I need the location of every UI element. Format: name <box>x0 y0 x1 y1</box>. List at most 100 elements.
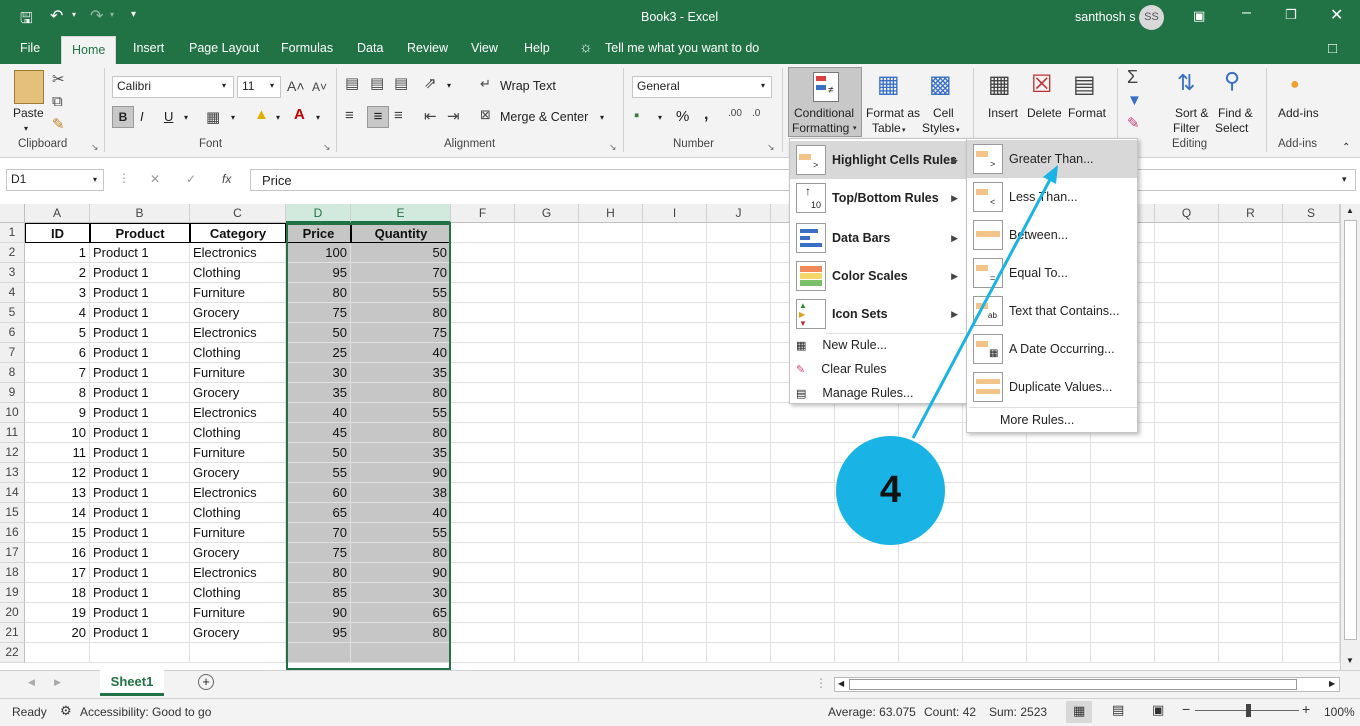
cell-id[interactable]: 11 <box>25 443 90 463</box>
cell-quantity[interactable]: 50 <box>351 243 451 263</box>
empty-cell[interactable] <box>707 503 771 523</box>
empty-cell[interactable] <box>1027 563 1091 583</box>
ribbon-display-icon[interactable]: ▣ <box>1193 8 1205 24</box>
cell-styles-icon[interactable]: ▩ <box>929 70 952 99</box>
empty-cell[interactable] <box>1283 643 1340 663</box>
tell-me-search[interactable]: Tell me what you want to do <box>605 41 759 55</box>
cell-product[interactable]: Product 1 <box>90 623 190 643</box>
tab-help[interactable]: Help <box>524 41 550 55</box>
empty-cell[interactable] <box>771 523 835 543</box>
empty-cell[interactable] <box>643 383 707 403</box>
column-header-g[interactable]: G <box>515 204 579 223</box>
empty-cell[interactable] <box>707 583 771 603</box>
empty-cell[interactable] <box>451 423 515 443</box>
zoom-slider-thumb[interactable] <box>1246 704 1251 717</box>
empty-cell[interactable] <box>1091 443 1155 463</box>
empty-cell[interactable] <box>1155 243 1219 263</box>
font-color-icon[interactable]: A <box>294 106 305 123</box>
find-select-button[interactable]: Find & <box>1218 106 1253 120</box>
empty-cell[interactable] <box>25 643 90 663</box>
cell-price[interactable]: 50 <box>286 443 351 463</box>
cell-quantity[interactable]: 80 <box>351 423 451 443</box>
tab-page-layout[interactable]: Page Layout <box>189 41 259 55</box>
cell-quantity[interactable]: 55 <box>351 523 451 543</box>
alignment-launcher-icon[interactable]: ↘ <box>609 142 617 153</box>
empty-cell[interactable] <box>835 643 899 663</box>
row-header-16[interactable]: 16 <box>0 523 25 543</box>
empty-cell[interactable] <box>771 483 835 503</box>
undo-icon[interactable]: ↶ <box>50 6 63 26</box>
cell-product[interactable]: Product 1 <box>90 503 190 523</box>
paste-dropdown-icon[interactable]: ▾ <box>24 122 28 136</box>
wrap-text-button[interactable]: Wrap Text <box>500 79 556 93</box>
row-header-12[interactable]: 12 <box>0 443 25 463</box>
empty-cell[interactable] <box>1091 463 1155 483</box>
empty-cell[interactable] <box>963 623 1027 643</box>
cell-quantity[interactable]: 70 <box>351 263 451 283</box>
cell-quantity[interactable]: 55 <box>351 403 451 423</box>
empty-cell[interactable] <box>451 643 515 663</box>
empty-cell[interactable] <box>1219 363 1283 383</box>
cell-category[interactable]: Electronics <box>190 323 286 343</box>
empty-cell[interactable] <box>1027 583 1091 603</box>
fill-icon[interactable]: ▼ <box>1127 92 1142 109</box>
empty-cell[interactable] <box>579 403 643 423</box>
empty-cell[interactable] <box>707 303 771 323</box>
insert-button[interactable]: Insert <box>988 106 1018 120</box>
cell-product[interactable]: Product 1 <box>90 243 190 263</box>
cell-price[interactable]: 80 <box>286 283 351 303</box>
empty-cell[interactable] <box>515 283 579 303</box>
cell-quantity[interactable]: 35 <box>351 363 451 383</box>
row-header-22[interactable]: 22 <box>0 643 25 663</box>
empty-cell[interactable] <box>1219 283 1283 303</box>
empty-cell[interactable] <box>707 323 771 343</box>
empty-cell[interactable] <box>963 543 1027 563</box>
empty-cell[interactable] <box>1219 643 1283 663</box>
scroll-thumb[interactable] <box>1344 220 1357 640</box>
empty-cell[interactable] <box>1155 263 1219 283</box>
header-cell-quantity[interactable]: Quantity <box>351 223 451 243</box>
format-as-table-label[interactable]: Table <box>872 121 901 135</box>
empty-cell[interactable] <box>643 363 707 383</box>
cell-product[interactable]: Product 1 <box>90 283 190 303</box>
empty-cell[interactable] <box>707 243 771 263</box>
header-cell-id[interactable]: ID <box>25 223 90 243</box>
add-ins-icon[interactable]: ● <box>1290 76 1300 94</box>
cell-quantity[interactable]: 30 <box>351 583 451 603</box>
clipboard-launcher-icon[interactable]: ↘ <box>91 142 99 153</box>
empty-cell[interactable] <box>451 263 515 283</box>
number-launcher-icon[interactable]: ↘ <box>767 142 775 153</box>
empty-cell[interactable] <box>1283 343 1340 363</box>
empty-cell[interactable] <box>963 563 1027 583</box>
empty-cell[interactable] <box>963 483 1027 503</box>
cell-price[interactable]: 85 <box>286 583 351 603</box>
empty-cell[interactable] <box>451 303 515 323</box>
row-header-3[interactable]: 3 <box>0 263 25 283</box>
empty-cell[interactable] <box>643 423 707 443</box>
menu-item-between[interactable]: Between... <box>967 216 1137 254</box>
empty-cell[interactable] <box>835 623 899 643</box>
empty-cell[interactable] <box>451 283 515 303</box>
empty-cell[interactable] <box>1155 623 1219 643</box>
empty-cell[interactable] <box>579 223 643 243</box>
tab-formulas[interactable]: Formulas <box>281 41 333 55</box>
empty-cell[interactable] <box>643 283 707 303</box>
row-header-11[interactable]: 11 <box>0 423 25 443</box>
header-cell-price[interactable]: Price <box>286 223 351 243</box>
empty-cell[interactable] <box>835 543 899 563</box>
empty-cell[interactable] <box>579 643 643 663</box>
empty-cell[interactable] <box>899 643 963 663</box>
empty-cell[interactable] <box>451 603 515 623</box>
accounting-format-icon[interactable]: ▪ <box>634 107 639 124</box>
font-name-select[interactable]: Calibri <box>112 76 234 98</box>
empty-cell[interactable] <box>451 383 515 403</box>
empty-cell[interactable] <box>451 243 515 263</box>
empty-cell[interactable] <box>643 243 707 263</box>
font-size-select[interactable]: 11 <box>237 76 281 98</box>
empty-cell[interactable] <box>707 263 771 283</box>
empty-cell[interactable] <box>1219 483 1283 503</box>
menu-item-equal-to[interactable]: = Equal To... <box>967 254 1137 292</box>
name-box[interactable]: D1 <box>6 169 104 191</box>
menu-item-duplicate-values[interactable]: Duplicate Values... <box>967 368 1137 406</box>
cell-quantity[interactable]: 35 <box>351 443 451 463</box>
